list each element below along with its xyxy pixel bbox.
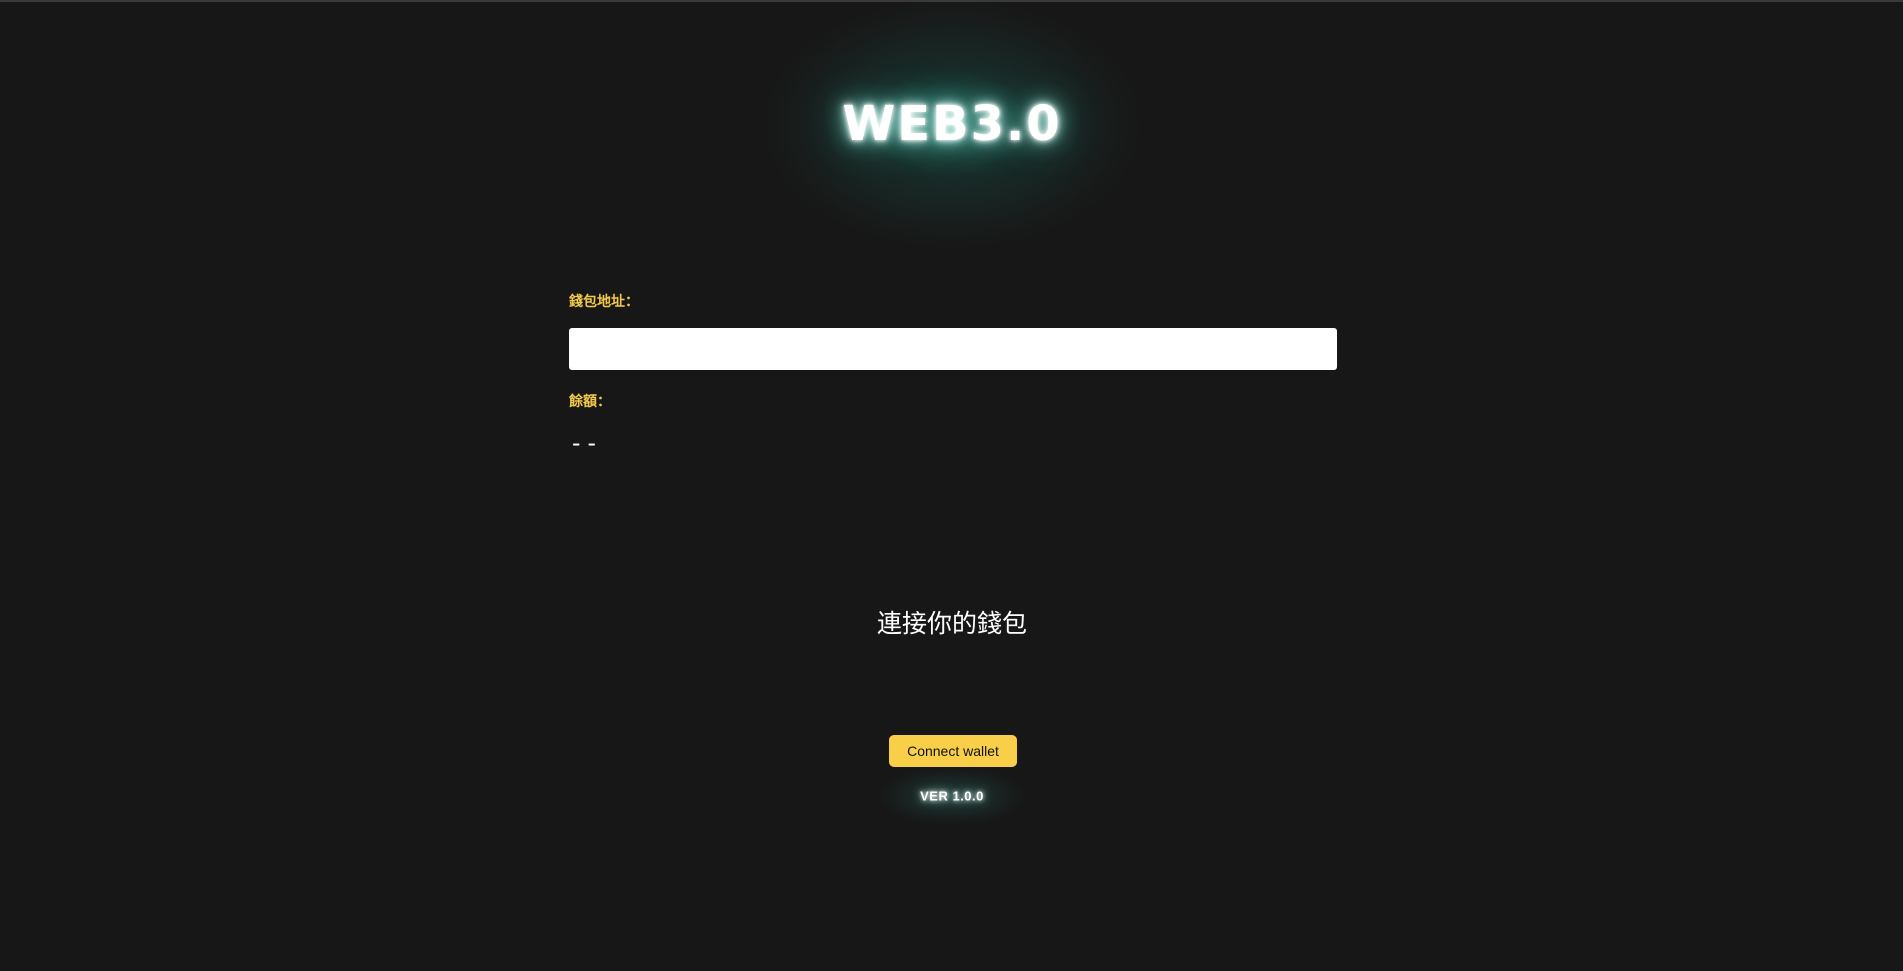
connect-wallet-heading: 連接你的錢包 (876, 609, 1028, 638)
wallet-address-label: 錢包地址： (569, 294, 639, 310)
connect-wallet-button[interactable]: Connect wallet (889, 735, 1017, 767)
version-label: VER 1.0.0 (920, 788, 984, 804)
wallet-address-input[interactable] (569, 328, 1337, 370)
site-logo: WEB3.0 (842, 96, 1062, 152)
wallet-info-panel: 錢包地址： 餘額： -- (569, 292, 1337, 458)
balance-label: 餘額： (569, 394, 611, 410)
balance-value: -- (569, 429, 600, 457)
